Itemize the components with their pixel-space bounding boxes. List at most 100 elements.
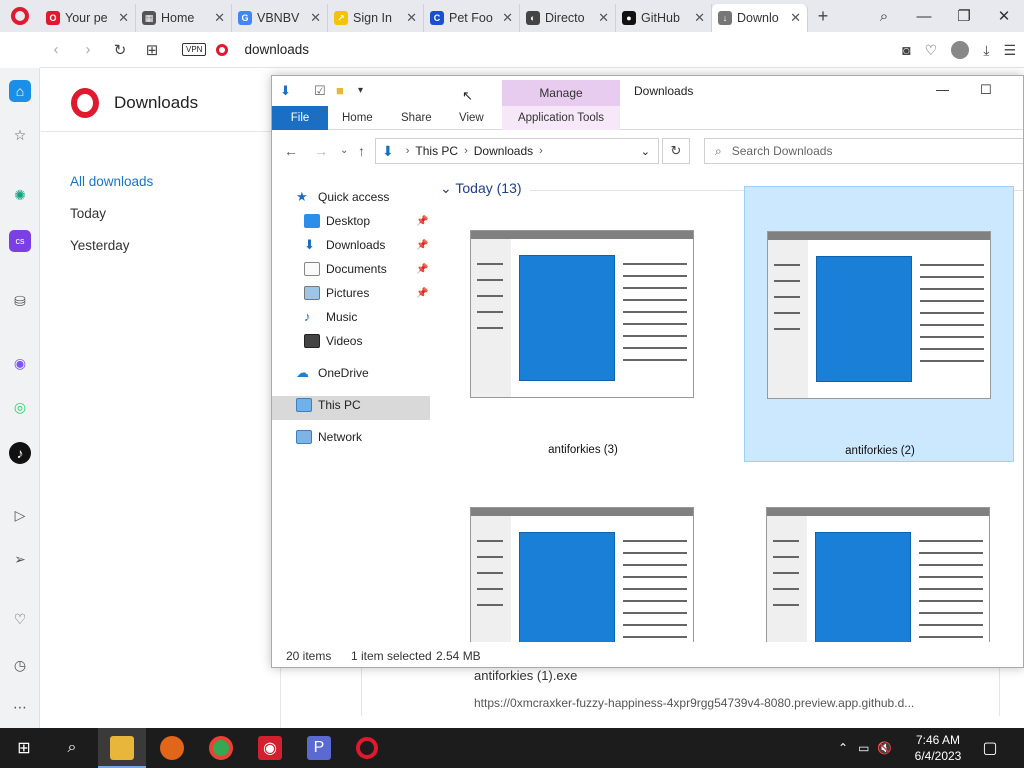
whatsapp-icon[interactable]: ◎ (9, 396, 31, 418)
browser-tab[interactable]: G VBNBV ✕ (232, 4, 328, 32)
search-input[interactable]: ⌕ Search Downloads (704, 138, 1023, 164)
back-button[interactable]: ‹ (40, 41, 72, 58)
tab-close-icon[interactable]: ✕ (310, 10, 321, 26)
pin-icon[interactable]: 📌 (416, 240, 428, 251)
tab-close-icon[interactable]: ✕ (406, 10, 417, 26)
tab-file[interactable]: File (272, 106, 328, 130)
customize-quick-access-icon[interactable]: ▾ (358, 85, 363, 96)
new-folder-icon[interactable]: ■ (336, 83, 344, 98)
volume-muted-icon[interactable]: 🔇 (877, 741, 892, 755)
nav-yesterday[interactable]: Yesterday (70, 238, 130, 253)
file-explorer-icon[interactable] (110, 736, 134, 760)
snapshot-icon[interactable]: ◙ (902, 42, 910, 58)
search-icon[interactable]: ⌕ (60, 736, 84, 760)
chatsonic-icon[interactable]: cs (9, 230, 31, 252)
refresh-button[interactable]: ↻ (662, 138, 690, 164)
file-tile[interactable] (448, 463, 718, 642)
taskbar-clock[interactable]: 7:46 AM 6/4/2023 (908, 732, 968, 764)
tab-home[interactable]: Home (342, 106, 373, 130)
nav-all-downloads[interactable]: All downloads (70, 174, 153, 189)
heart-icon[interactable]: ♡ (925, 42, 938, 59)
opera-menu-button[interactable] (0, 0, 40, 32)
nav-network[interactable]: Network (296, 426, 362, 448)
file-tile[interactable] (744, 463, 1014, 642)
send-icon[interactable]: ➢ (9, 548, 31, 570)
tab-application-tools[interactable]: Application Tools (502, 106, 620, 130)
minimize-button[interactable]: — (904, 8, 944, 25)
back-arrow-icon[interactable]: ← (284, 143, 298, 159)
favorites-icon[interactable]: ♡ (9, 608, 31, 630)
tab-close-icon[interactable]: ✕ (598, 10, 609, 26)
browser-tab[interactable]: ↗ Sign In ✕ (328, 4, 424, 32)
notifications-icon[interactable]: ▢ (978, 736, 1002, 760)
shopping-bag-icon[interactable]: ⛁ (9, 290, 31, 312)
vpn-badge[interactable]: VPN (182, 43, 207, 56)
tiktok-icon[interactable]: ♪ (9, 442, 31, 464)
tab-close-icon[interactable]: ✕ (694, 10, 705, 26)
new-tab-button[interactable]: + (808, 6, 838, 27)
player-icon[interactable]: ▷ (9, 504, 31, 526)
home-icon[interactable]: ⌂ (9, 80, 31, 102)
tab-search-icon[interactable]: ⌕ (864, 8, 904, 25)
opera-taskbar-icon[interactable] (356, 737, 378, 759)
tabs-grid-icon[interactable]: ⊞ (136, 41, 168, 59)
nav-music[interactable]: ♪ Music (304, 306, 357, 328)
pin-icon[interactable]: 📌 (416, 216, 428, 227)
path-separator-icon[interactable]: › (406, 145, 410, 157)
path-downloads[interactable]: Downloads (474, 144, 533, 158)
pycharm-icon[interactable]: P (307, 736, 331, 760)
firefox-icon[interactable] (160, 736, 184, 760)
download-source-url[interactable]: https://0xmcraxker-fuzzy-happiness-4xpr9… (474, 696, 914, 710)
nav-today[interactable]: Today (70, 206, 106, 221)
tab-close-icon[interactable]: ✕ (502, 10, 513, 26)
restore-button[interactable]: ❐ (944, 7, 984, 25)
nav-documents[interactable]: Documents (304, 258, 387, 280)
pin-icon[interactable]: 📌 (416, 288, 428, 299)
tab-share[interactable]: Share (401, 106, 432, 130)
nav-desktop[interactable]: Desktop (304, 210, 370, 232)
address-path[interactable]: ⬇ › This PC › Downloads › ⌄ (375, 138, 659, 164)
file-tile[interactable]: antiforkies (2) (744, 186, 1014, 462)
browser-tab[interactable]: ▦ Home ✕ (136, 4, 232, 32)
tab-view[interactable]: View (459, 106, 484, 130)
manage-tab[interactable]: Manage (502, 80, 620, 106)
messenger-icon[interactable]: ◉ (9, 352, 31, 374)
nav-quick-access[interactable]: ★ Quick access (296, 186, 389, 208)
download-item[interactable]: antiforkies (1).exe https://0xmcraxker-f… (361, 660, 1000, 716)
download-icon[interactable]: ⤓ (983, 42, 989, 59)
maximize-button[interactable]: ☐ (980, 82, 992, 98)
forward-arrow-icon[interactable]: → (314, 143, 328, 159)
minimize-button[interactable]: — (936, 82, 949, 97)
nav-onedrive[interactable]: ☁ OneDrive (296, 362, 369, 384)
chatgpt-icon[interactable]: ✺ (9, 184, 31, 206)
reload-button[interactable]: ↻ (104, 41, 136, 59)
chrome-icon[interactable] (209, 736, 233, 760)
properties-icon[interactable]: ☑ (314, 83, 326, 99)
nav-this-pc[interactable]: This PC (296, 394, 361, 416)
nav-pictures[interactable]: Pictures (304, 282, 369, 304)
avatar[interactable] (951, 41, 970, 59)
forward-button[interactable]: › (72, 41, 104, 58)
more-icon[interactable]: ⋯ (9, 696, 31, 718)
nav-videos[interactable]: Videos (304, 330, 362, 352)
browser-tab[interactable]: ● GitHub ✕ (616, 4, 712, 32)
nav-downloads[interactable]: ⬇ Downloads (304, 234, 385, 256)
file-tile[interactable]: antiforkies (3) (448, 186, 718, 462)
browser-tab[interactable]: C Pet Foo ✕ (424, 4, 520, 32)
path-dropdown-icon[interactable]: ⌄ (641, 145, 650, 158)
screen-recorder-icon[interactable]: ◉ (258, 736, 282, 760)
easy-setup-icon[interactable]: ☰ (1003, 42, 1016, 59)
browser-tab[interactable]: ◐ Directo ✕ (520, 4, 616, 32)
tab-close-icon[interactable]: ✕ (118, 10, 129, 26)
star-icon[interactable]: ☆ (9, 124, 31, 146)
tray-expand-icon[interactable]: ⌃ (838, 741, 848, 755)
path-separator-icon[interactable]: › (539, 145, 543, 157)
path-separator-icon[interactable]: › (464, 145, 468, 157)
browser-tab[interactable]: ↓ Downlo ✕ (712, 4, 808, 32)
recent-locations-icon[interactable]: ⌄ (340, 145, 348, 156)
download-file-name[interactable]: antiforkies (1).exe (474, 668, 577, 683)
browser-tab[interactable]: O Your pe ✕ (40, 4, 136, 32)
network-icon[interactable]: ▭ (858, 741, 869, 755)
windows-start-icon[interactable]: ⊞ (12, 736, 36, 760)
tab-close-icon[interactable]: ✕ (214, 10, 225, 26)
